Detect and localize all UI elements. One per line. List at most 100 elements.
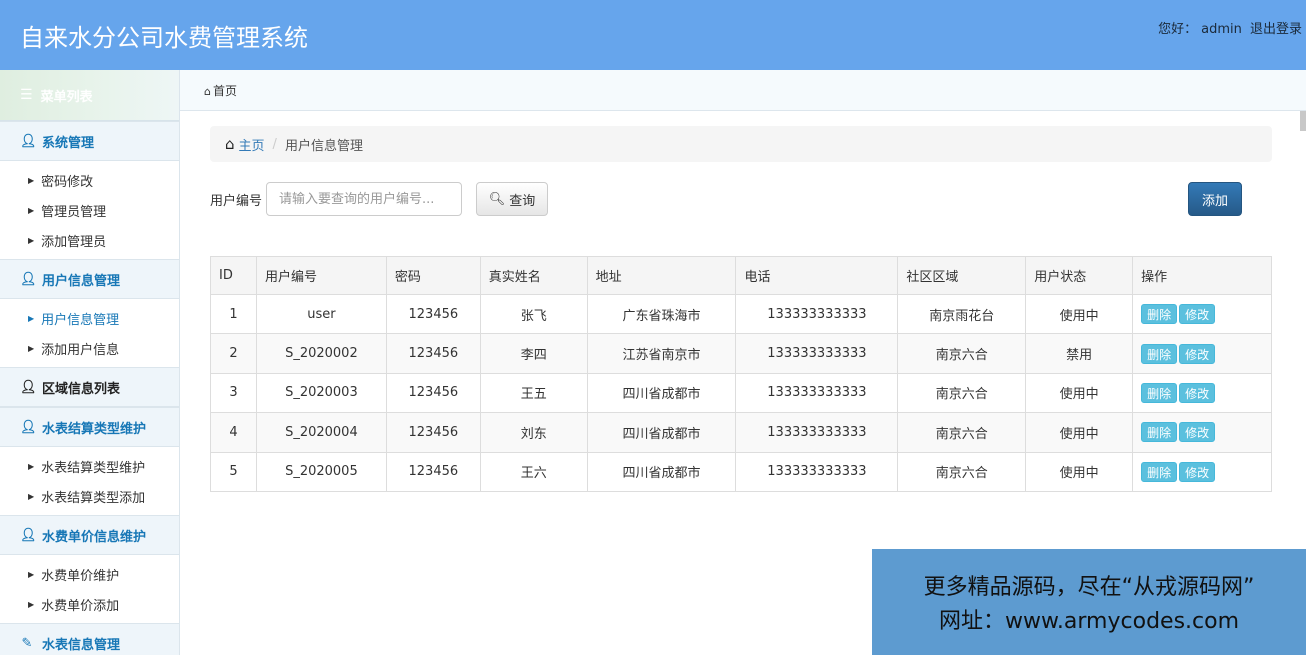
column-header: 电话 (735, 256, 899, 295)
delete-button[interactable]: 删除 (1141, 304, 1178, 325)
sidebar-group-label: 水表结算类型维护 (42, 421, 147, 437)
cell-phone: 133333333333 (735, 293, 899, 335)
delete-button[interactable]: 删除 (1141, 382, 1178, 403)
user-table: ID 用户编号 密码 真实姓名 地址 电话 社区区域 用户状态 操作 1 use… (210, 256, 1272, 492)
delete-button[interactable]: 删除 (1141, 343, 1178, 364)
caret-right-icon: ▶ (28, 313, 35, 323)
table-header-row: ID 用户编号 密码 真实姓名 地址 电话 社区区域 用户状态 操作 (210, 256, 1272, 295)
caret-right-icon: ▶ (28, 175, 35, 185)
sidebar-item-label: 水表结算类型添加 (41, 490, 146, 506)
edit-button[interactable]: 修改 (1179, 382, 1216, 403)
delete-button[interactable]: 删除 (1141, 422, 1178, 443)
cell-user-code: S_2020002 (255, 333, 387, 374)
sidebar-item-label: 水表结算类型维护 (41, 460, 146, 476)
edit-button[interactable]: 修改 (1179, 304, 1216, 325)
cell-actions: 删除 修改 (1132, 372, 1272, 414)
cell-id: 2 (210, 333, 257, 374)
query-button-label: 查询 (509, 193, 536, 209)
sidebar-group-label: 水费单价信息维护 (42, 529, 147, 545)
delete-button[interactable]: 删除 (1141, 461, 1178, 482)
cell-user-code: S_2020003 (255, 372, 387, 414)
edit-button[interactable]: 修改 (1179, 461, 1216, 482)
sidebar-item-settlement-maintain[interactable]: ▶ 水表结算类型维护 (0, 451, 179, 481)
column-header: ID (210, 256, 257, 295)
sidebar-sublist-water-price: ▶ 水费单价维护 ▶ 水费单价添加 (0, 555, 179, 623)
cell-real-name: 李四 (479, 333, 588, 374)
cell-actions: 删除 修改 (1132, 293, 1272, 335)
sidebar-item-admin-manage[interactable]: ▶ 管理员管理 (0, 195, 179, 225)
add-button[interactable]: 添加 (1188, 182, 1242, 216)
cell-address: 四川省成都市 (586, 451, 737, 492)
cell-address: 四川省成都市 (586, 372, 737, 414)
sidebar-item-price-add[interactable]: ▶ 水费单价添加 (0, 589, 179, 619)
sidebar-sublist-meter-settlement: ▶ 水表结算类型维护 ▶ 水表结算类型添加 (0, 447, 179, 515)
query-button[interactable]: 🔍︎ 查询 (476, 182, 548, 216)
search-label: 用户编号 (210, 194, 263, 209)
cell-real-name: 王六 (479, 451, 588, 492)
caret-right-icon: ▶ (28, 461, 35, 471)
edit-button[interactable]: 修改 (1179, 343, 1216, 364)
cell-area: 南京六合 (897, 412, 1027, 453)
menu-list-icon: ☰ (20, 87, 33, 103)
cell-status: 使用中 (1025, 451, 1134, 492)
cell-user-code: user (255, 293, 387, 335)
sidebar-group-water-price[interactable]: 👤︎ 水费单价信息维护 (0, 515, 179, 555)
cell-real-name: 刘东 (479, 412, 588, 453)
app-title: 自来水分公司水费管理系统 (20, 24, 308, 52)
sidebar-item-price-maintain[interactable]: ▶ 水费单价维护 (0, 559, 179, 589)
user-icon: 👤︎ (20, 271, 37, 287)
cell-password: 123456 (385, 293, 481, 335)
cell-user-code: S_2020004 (255, 412, 387, 453)
sidebar-group-label: 区域信息列表 (42, 381, 121, 397)
sidebar-item-settlement-add[interactable]: ▶ 水表结算类型添加 (0, 481, 179, 511)
sidebar-item-password-change[interactable]: ▶ 密码修改 (0, 165, 179, 195)
cell-real-name: 王五 (479, 372, 588, 414)
tab-home[interactable]: ⌂ 首页 (204, 82, 237, 99)
sidebar-item-user-info-manage[interactable]: ▶ 用户信息管理 (0, 303, 179, 333)
edit-icon: ✎ (21, 635, 33, 651)
sidebar: ☰ 菜单列表 👤︎ 系统管理 ▶ 密码修改 ▶ 管理员管理 ▶ 添加管理员 👤︎ 用户… (0, 70, 180, 655)
cell-address: 四川省成都市 (586, 412, 737, 453)
caret-right-icon: ▶ (28, 343, 35, 353)
cell-actions: 删除 修改 (1132, 333, 1272, 374)
table-row: 3 S_2020003 123456 王五 四川省成都市 13333333333… (210, 372, 1272, 414)
cell-area: 南京六合 (897, 451, 1027, 492)
breadcrumb-home-link[interactable]: ⌂ 主页 (225, 135, 265, 154)
column-header: 真实姓名 (479, 256, 588, 295)
table-row: 2 S_2020002 123456 李四 江苏省南京市 13333333333… (210, 333, 1272, 374)
edit-button[interactable]: 修改 (1179, 422, 1216, 443)
sidebar-group-label: 用户信息管理 (42, 273, 121, 289)
sidebar-group-user-info[interactable]: 👤︎ 用户信息管理 (0, 259, 179, 299)
cell-area: 南京六合 (897, 372, 1027, 414)
cell-password: 123456 (385, 451, 481, 492)
sidebar-group-area-list[interactable]: 👤︎ 区域信息列表 (0, 367, 179, 407)
sidebar-group-system[interactable]: 👤︎ 系统管理 (0, 121, 179, 161)
greeting-text: 您好： (1158, 22, 1198, 37)
tab-home-label: 首页 (212, 84, 237, 98)
column-header: 密码 (385, 256, 481, 295)
sidebar-group-meter-info[interactable]: ✎ 水表信息管理 (0, 623, 179, 655)
breadcrumb: ⌂ 主页 / 用户信息管理 (210, 126, 1272, 162)
cell-id: 3 (210, 372, 257, 414)
sidebar-item-label: 水费单价维护 (41, 568, 120, 584)
cell-password: 123456 (385, 412, 481, 453)
logout-link[interactable]: 退出登录 (1250, 22, 1302, 37)
caret-right-icon: ▶ (28, 235, 35, 245)
sidebar-group-meter-settlement[interactable]: 👤︎ 水表结算类型维护 (0, 407, 179, 447)
search-input[interactable] (266, 182, 462, 216)
column-header: 操作 (1132, 256, 1272, 295)
scrollbar-thumb[interactable] (1300, 111, 1306, 131)
sidebar-sublist-system: ▶ 密码修改 ▶ 管理员管理 ▶ 添加管理员 (0, 161, 179, 259)
caret-right-icon: ▶ (28, 569, 35, 579)
cell-phone: 133333333333 (735, 372, 899, 414)
username: admin (1201, 22, 1242, 37)
watermark-line-2: 网址：www.armycodes.com (938, 609, 1240, 634)
cell-real-name: 张飞 (479, 293, 588, 335)
sidebar-group-label: 系统管理 (42, 135, 95, 151)
home-icon: ⌂ (225, 135, 235, 153)
column-header: 用户编号 (255, 256, 387, 295)
cell-phone: 133333333333 (735, 412, 899, 453)
menu-title: ☰ 菜单列表 (0, 70, 179, 121)
sidebar-item-add-user-info[interactable]: ▶ 添加用户信息 (0, 333, 179, 363)
sidebar-item-add-admin[interactable]: ▶ 添加管理员 (0, 225, 179, 255)
